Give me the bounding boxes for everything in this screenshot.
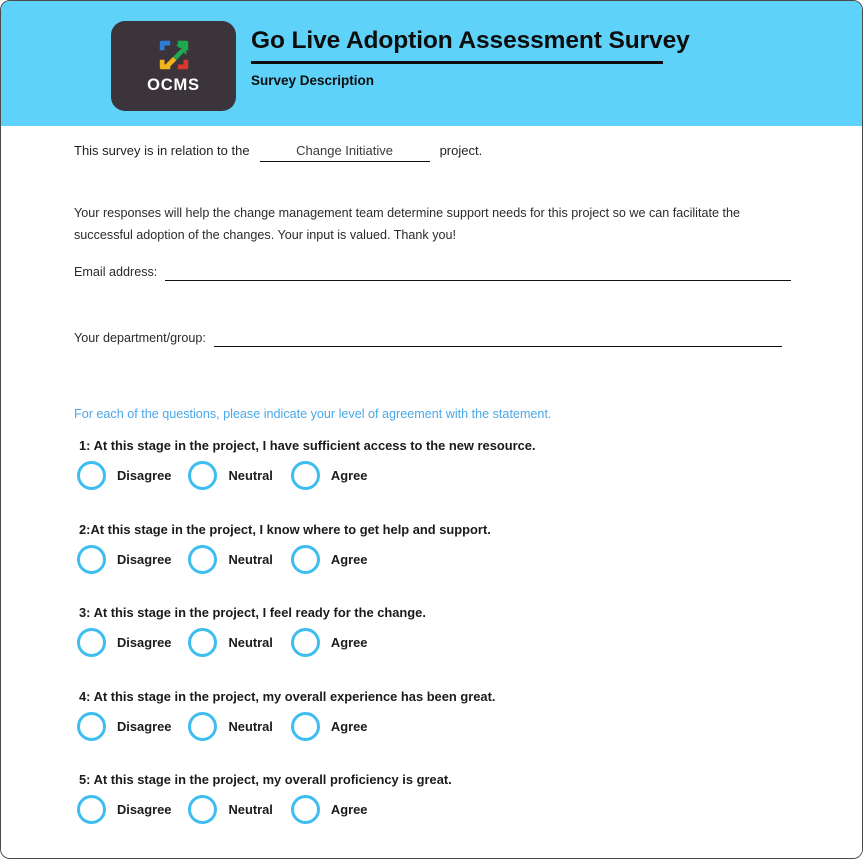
ocms-logo: OCMS bbox=[111, 21, 236, 111]
option-neutral[interactable]: Neutral bbox=[188, 628, 273, 657]
department-field-row: Your department/group: bbox=[74, 331, 782, 347]
email-field-row: Email address: bbox=[74, 265, 792, 281]
option-label-agree: Agree bbox=[330, 635, 368, 650]
radio-neutral[interactable] bbox=[188, 795, 218, 824]
radio-neutral[interactable] bbox=[188, 461, 218, 490]
option-label-neutral: Neutral bbox=[228, 635, 273, 650]
email-input[interactable] bbox=[165, 266, 792, 281]
question-block-1: 1: At this stage in the project, I have … bbox=[1, 438, 862, 522]
option-disagree[interactable]: Disagree bbox=[77, 795, 171, 824]
project-intro-line: This survey is in relation to the Change… bbox=[74, 143, 482, 162]
question-options: Disagree Neutral Agree bbox=[77, 628, 367, 657]
survey-header: OCMS Go Live Adoption Assessment Survey … bbox=[1, 1, 862, 126]
intro-suffix-text: project. bbox=[439, 143, 483, 158]
radio-neutral[interactable] bbox=[188, 628, 218, 657]
question-options: Disagree Neutral Agree bbox=[77, 711, 368, 741]
option-disagree[interactable]: Disagree bbox=[77, 461, 171, 490]
radio-disagree[interactable] bbox=[77, 544, 106, 574]
question-text: 5: At this stage in the project, my over… bbox=[79, 772, 452, 787]
option-label-disagree: Disagree bbox=[117, 551, 172, 567]
project-name-input[interactable]: Change Initiative bbox=[259, 143, 430, 162]
option-label-disagree: Disagree bbox=[117, 718, 172, 734]
radio-agree[interactable] bbox=[290, 711, 320, 741]
title-divider bbox=[251, 61, 663, 65]
radio-neutral[interactable] bbox=[188, 711, 218, 741]
radio-neutral[interactable] bbox=[188, 544, 218, 574]
question-options: Disagree Neutral Agree bbox=[77, 544, 368, 574]
option-label-neutral: Neutral bbox=[228, 468, 273, 483]
option-label-disagree: Disagree bbox=[117, 802, 172, 817]
page-subtitle: Survey Description bbox=[251, 73, 375, 89]
option-label-neutral: Neutral bbox=[228, 802, 273, 817]
option-disagree[interactable]: Disagree bbox=[77, 544, 172, 574]
option-label-agree: Agree bbox=[330, 468, 368, 483]
option-agree[interactable]: Agree bbox=[290, 461, 368, 490]
option-agree[interactable]: Agree bbox=[290, 544, 368, 574]
option-agree[interactable]: Agree bbox=[290, 628, 368, 657]
option-label-disagree: Disagree bbox=[117, 635, 172, 650]
question-options: Disagree Neutral Agree bbox=[77, 461, 367, 490]
question-text: 1: At this stage in the project, I have … bbox=[79, 438, 536, 453]
question-text: 2:At this stage in the project, I know w… bbox=[79, 521, 491, 537]
option-agree[interactable]: Agree bbox=[290, 711, 368, 741]
radio-agree[interactable] bbox=[290, 461, 320, 490]
survey-description-paragraph: Your responses will help the change mana… bbox=[74, 206, 740, 243]
intro-prefix-text: This survey is in relation to the bbox=[74, 143, 250, 158]
department-input[interactable] bbox=[213, 332, 782, 347]
ocms-logo-wordmark: OCMS bbox=[147, 76, 200, 94]
option-disagree[interactable]: Disagree bbox=[77, 628, 171, 657]
expand-arrow-square-icon bbox=[159, 40, 188, 70]
question-block-2: 2:At this stage in the project, I know w… bbox=[1, 521, 862, 606]
option-label-agree: Agree bbox=[330, 551, 368, 567]
option-label-agree: Agree bbox=[330, 802, 368, 817]
option-disagree[interactable]: Disagree bbox=[77, 711, 172, 741]
radio-agree[interactable] bbox=[290, 628, 320, 657]
option-label-neutral: Neutral bbox=[228, 551, 273, 567]
radio-disagree[interactable] bbox=[77, 628, 106, 657]
radio-disagree[interactable] bbox=[77, 795, 106, 824]
radio-disagree[interactable] bbox=[77, 711, 106, 741]
survey-header-text: Go Live Adoption Assessment Survey Surve… bbox=[251, 27, 690, 89]
option-neutral[interactable]: Neutral bbox=[188, 544, 273, 574]
option-label-disagree: Disagree bbox=[117, 468, 172, 483]
radio-disagree[interactable] bbox=[77, 461, 106, 490]
question-block-5: 5: At this stage in the project, my over… bbox=[1, 772, 862, 856]
survey-body: This survey is in relation to the Change… bbox=[1, 126, 862, 858]
option-neutral[interactable]: Neutral bbox=[188, 461, 273, 490]
survey-page: OCMS Go Live Adoption Assessment Survey … bbox=[0, 0, 863, 859]
question-text: 4: At this stage in the project, my over… bbox=[79, 688, 496, 704]
option-neutral[interactable]: Neutral bbox=[188, 795, 273, 824]
page-title: Go Live Adoption Assessment Survey bbox=[251, 27, 690, 54]
question-block-3: 3: At this stage in the project, I feel … bbox=[1, 605, 862, 689]
option-agree[interactable]: Agree bbox=[290, 795, 368, 824]
questions-list: 1: At this stage in the project, I have … bbox=[1, 438, 862, 856]
radio-agree[interactable] bbox=[290, 544, 320, 574]
radio-agree[interactable] bbox=[290, 795, 320, 824]
email-field-label: Email address: bbox=[74, 265, 158, 279]
option-label-neutral: Neutral bbox=[228, 718, 273, 734]
question-text: 3: At this stage in the project, I feel … bbox=[79, 605, 426, 620]
option-label-agree: Agree bbox=[330, 718, 368, 734]
question-block-4: 4: At this stage in the project, my over… bbox=[1, 688, 862, 773]
question-options: Disagree Neutral Agree bbox=[77, 795, 367, 824]
department-field-label: Your department/group: bbox=[74, 331, 206, 345]
agreement-instruction: For each of the questions, please indica… bbox=[74, 407, 552, 421]
option-neutral[interactable]: Neutral bbox=[188, 711, 273, 741]
